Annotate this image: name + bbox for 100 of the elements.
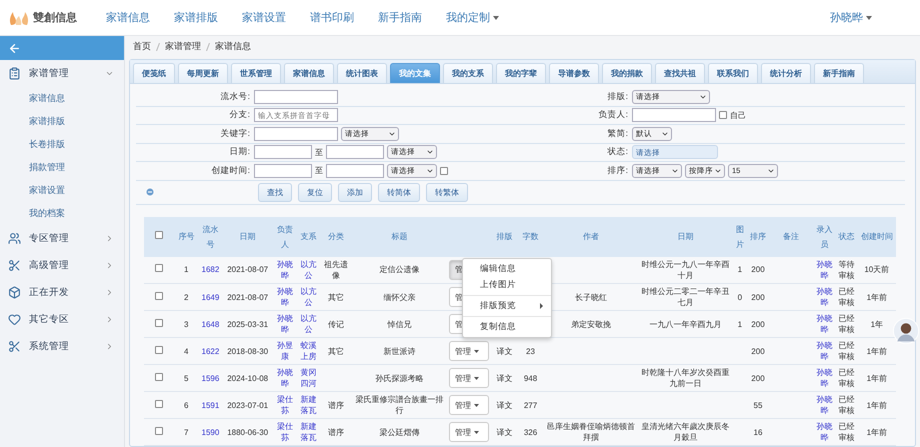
branch-link[interactable]: 黄冈四河 [298,367,318,389]
nav-link[interactable]: 谱书印刷 [310,10,354,25]
breadcrumb-link[interactable]: 家谱信息 [215,40,251,53]
table-cell: 梁公廷熠傳 [352,418,447,446]
manage-button[interactable]: 管理 [448,395,489,415]
person-link[interactable]: 梁仕荪 [274,421,295,443]
person-link[interactable]: 孙晓晔 [815,421,834,443]
tab[interactable]: 家谱信息 [284,63,334,83]
avatar-icon[interactable] [893,318,919,344]
input-field[interactable] [254,164,312,178]
serial-link[interactable]: 1622 [200,346,220,356]
action-button[interactable]: 添加 [338,182,372,202]
sidebar-item[interactable]: 其它专区 [0,306,124,333]
checkbox[interactable] [155,264,164,272]
input-field[interactable] [326,145,384,160]
person-link[interactable]: 孙晓晔 [274,367,295,389]
input-field[interactable] [254,90,338,104]
input-field[interactable] [326,164,384,178]
breadcrumb-link[interactable]: 家谱管理 [165,40,201,53]
nav-link[interactable]: 家谱排版 [174,10,218,25]
serial-link[interactable]: 1590 [200,426,220,438]
manage-button[interactable]: 管理 [448,422,489,442]
checkbox[interactable] [155,426,164,434]
tab[interactable]: 我的捐款 [602,63,652,83]
branch-link[interactable]: 以亢公 [298,286,318,308]
nav-link[interactable]: 新手指南 [378,10,422,25]
checkbox[interactable] [719,111,727,120]
table-cell: 2018-08-30 [222,338,273,364]
action-button[interactable]: 转繁体 [426,182,468,202]
tab[interactable]: 我的字辈 [496,63,546,83]
branch-link[interactable]: 新建落瓦 [298,421,318,443]
branch-link[interactable]: 以亢公 [298,258,318,281]
sidebar-item[interactable]: 高级管理 [0,252,124,279]
person-link[interactable]: 孙晓晔 [815,394,834,416]
tab[interactable]: 统计分析 [761,63,811,83]
serial-link[interactable]: 1591 [200,400,220,410]
checkbox[interactable] [155,318,164,326]
person-link[interactable]: 梁仕荪 [274,394,295,416]
checkbox[interactable] [440,166,448,175]
collapse-icon[interactable] [146,188,154,196]
sidebar-item[interactable]: 正在开发 [0,279,124,306]
person-link[interactable]: 孙晓晔 [815,367,834,389]
nav-link[interactable]: 家谱设置 [242,10,286,25]
sidebar-item[interactable]: 家谱管理 [0,60,124,87]
branch-link[interactable]: 以亢公 [298,313,318,335]
serial-link[interactable]: 1649 [200,292,220,302]
serial-link[interactable]: 1682 [200,264,220,276]
sidebar-subitem[interactable]: 家谱信息 [0,87,124,110]
nav-link[interactable]: 我的定制 [446,10,499,25]
tab[interactable]: 统计图表 [337,63,387,83]
sidebar-subitem[interactable]: 家谱设置 [0,179,124,202]
tab[interactable]: 查找共祖 [655,63,705,83]
person-link[interactable]: 孙晓晔 [274,313,295,335]
person-link[interactable]: 孙晓晔 [815,258,834,281]
menu-item[interactable]: 编辑信息 [463,260,551,276]
person-link[interactable]: 孙昱康 [274,340,295,362]
sidebar-subitem[interactable]: 家谱排版 [0,110,124,133]
action-button[interactable]: 复位 [298,182,332,202]
checkbox[interactable] [155,231,164,239]
tab[interactable]: 世系管理 [231,63,281,83]
serial-link[interactable]: 1648 [200,318,220,330]
checkbox[interactable] [155,400,164,408]
tab[interactable]: 导谱参数 [549,63,599,83]
branch-link[interactable]: 新建落瓦 [298,394,318,416]
tab[interactable]: 每周更新 [178,63,228,83]
tab[interactable]: 新手指南 [814,63,864,83]
breadcrumb-link[interactable]: 首页 [133,40,151,53]
back-arrow-icon[interactable] [8,42,21,54]
checkbox[interactable] [155,292,164,300]
branch-link[interactable]: 蛟溪上房 [298,340,318,362]
column-header: 状态 [835,216,858,256]
input-field[interactable] [632,108,716,122]
nav-link[interactable]: 家谱信息 [106,10,150,25]
input-field[interactable] [254,126,338,141]
sidebar-subitem[interactable]: 我的档案 [0,202,124,225]
sidebar-item[interactable]: 专区管理 [0,225,124,252]
menu-item[interactable]: 排版预览 [463,298,551,314]
sidebar-subitem[interactable]: 捐款管理 [0,156,124,179]
person-link[interactable]: 孙晓晔 [815,286,834,308]
user-menu[interactable]: 孙晓晔 [830,10,872,25]
manage-button[interactable]: 管理 [448,368,489,388]
range-separator: 至 [315,146,323,158]
checkbox[interactable] [155,346,164,354]
sidebar-item[interactable]: 系统管理 [0,333,124,360]
serial-link[interactable]: 1596 [200,372,220,384]
person-link[interactable]: 孙晓晔 [815,340,834,362]
tab[interactable]: 便笺纸 [133,63,175,83]
sidebar-subitem[interactable]: 长卷排版 [0,133,124,156]
person-link[interactable]: 孙晓晔 [815,313,834,335]
person-link[interactable]: 孙晓晔 [274,258,295,281]
action-button[interactable]: 转简体 [378,182,420,202]
person-link[interactable]: 孙晓晔 [274,286,295,308]
caret-icon [474,404,479,406]
table-cell: 2023-07-01 [222,392,273,418]
manage-button[interactable]: 管理 [448,341,489,361]
action-button[interactable]: 查找 [258,182,292,202]
checkbox[interactable] [155,372,164,380]
input-field[interactable] [254,145,312,160]
tab[interactable]: 我的支系 [443,63,493,83]
tab[interactable]: 联系我们 [708,63,758,83]
